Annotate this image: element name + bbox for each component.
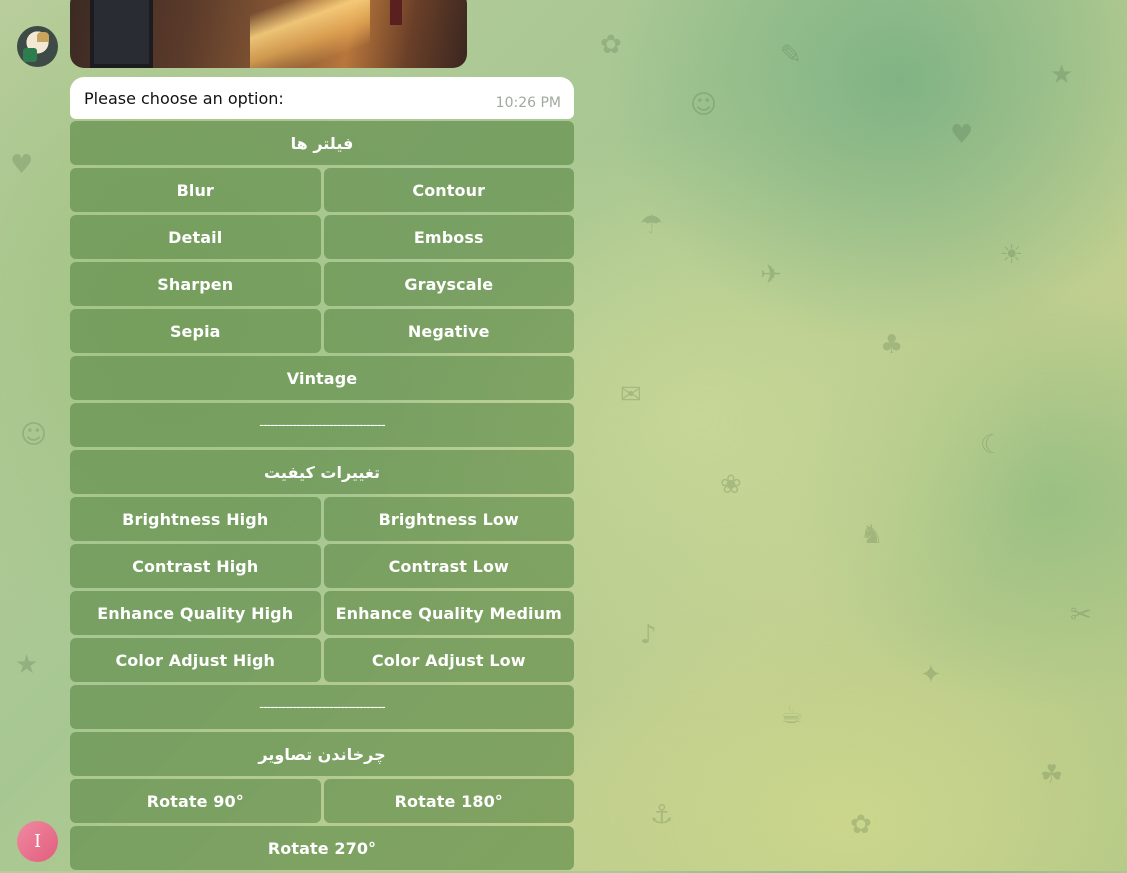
keyboard-row: Contrast High Contrast Low	[70, 544, 574, 588]
keyboard-row: چرخاندن تصاویر	[70, 732, 574, 776]
keyboard-row: Rotate 270°	[70, 826, 574, 870]
keyboard-button[interactable]: Contrast High	[70, 544, 321, 588]
keyboard-button[interactable]: Rotate 270°	[70, 826, 574, 870]
keyboard-row: Blur Contour	[70, 168, 574, 212]
keyboard-button[interactable]: Contour	[323, 168, 574, 212]
keyboard-button[interactable]: ----------------------------------	[70, 685, 574, 729]
keyboard-button[interactable]: Grayscale	[323, 262, 574, 306]
keyboard-button[interactable]: Color Adjust High	[70, 638, 321, 682]
keyboard-row: Sharpen Grayscale	[70, 262, 574, 306]
inline-keyboard: فیلتر ها Blur Contour Detail Emboss Sharpen Gr…	[70, 121, 574, 873]
keyboard-button[interactable]: Brightness Low	[323, 497, 574, 541]
keyboard-button[interactable]: Vintage	[70, 356, 574, 400]
keyboard-button[interactable]: Color Adjust Low	[323, 638, 574, 682]
avatar-detail	[23, 48, 37, 62]
keyboard-button[interactable]: Rotate 90°	[70, 779, 321, 823]
keyboard-button[interactable]: چرخاندن تصاویر	[70, 732, 574, 776]
keyboard-button[interactable]: Sharpen	[70, 262, 321, 306]
keyboard-button[interactable]: Emboss	[323, 215, 574, 259]
keyboard-row: Color Adjust High Color Adjust Low	[70, 638, 574, 682]
photo-message[interactable]	[70, 0, 467, 68]
photo-object	[390, 0, 402, 25]
user-avatar-button[interactable]: I	[17, 821, 58, 862]
photo-window	[90, 0, 153, 68]
keyboard-button[interactable]: Enhance Quality High	[70, 591, 321, 635]
keyboard-button[interactable]: ----------------------------------	[70, 403, 574, 447]
message-time: 10:26 PM	[495, 95, 561, 111]
sender-avatar[interactable]	[17, 26, 58, 67]
keyboard-button[interactable]: Enhance Quality Medium	[323, 591, 574, 635]
keyboard-button[interactable]: Contrast Low	[323, 544, 574, 588]
keyboard-row: Rotate 90° Rotate 180°	[70, 779, 574, 823]
keyboard-button[interactable]: فیلتر ها	[70, 121, 574, 165]
keyboard-row: تغییرات کیفیت	[70, 450, 574, 494]
keyboard-row: Enhance Quality High Enhance Quality Medi…	[70, 591, 574, 635]
keyboard-button[interactable]: Brightness High	[70, 497, 321, 541]
keyboard-button[interactable]: تغییرات کیفیت	[70, 450, 574, 494]
keyboard-button[interactable]: Rotate 180°	[323, 779, 574, 823]
keyboard-row: فیلتر ها	[70, 121, 574, 165]
keyboard-button[interactable]: Sepia	[70, 309, 321, 353]
keyboard-row: ----------------------------------	[70, 685, 574, 729]
keyboard-row: Detail Emboss	[70, 215, 574, 259]
keyboard-row: Sepia Negative	[70, 309, 574, 353]
keyboard-row: Brightness High Brightness Low	[70, 497, 574, 541]
keyboard-button[interactable]: Blur	[70, 168, 321, 212]
photo-light	[250, 0, 370, 68]
avatar-hair	[37, 32, 49, 42]
keyboard-row: Vintage	[70, 356, 574, 400]
keyboard-button[interactable]: Detail	[70, 215, 321, 259]
keyboard-button[interactable]: Negative	[323, 309, 574, 353]
message-text: Please choose an option:	[84, 89, 284, 108]
message-bubble: Please choose an option: 10:26 PM	[70, 77, 574, 119]
keyboard-row: ----------------------------------	[70, 403, 574, 447]
